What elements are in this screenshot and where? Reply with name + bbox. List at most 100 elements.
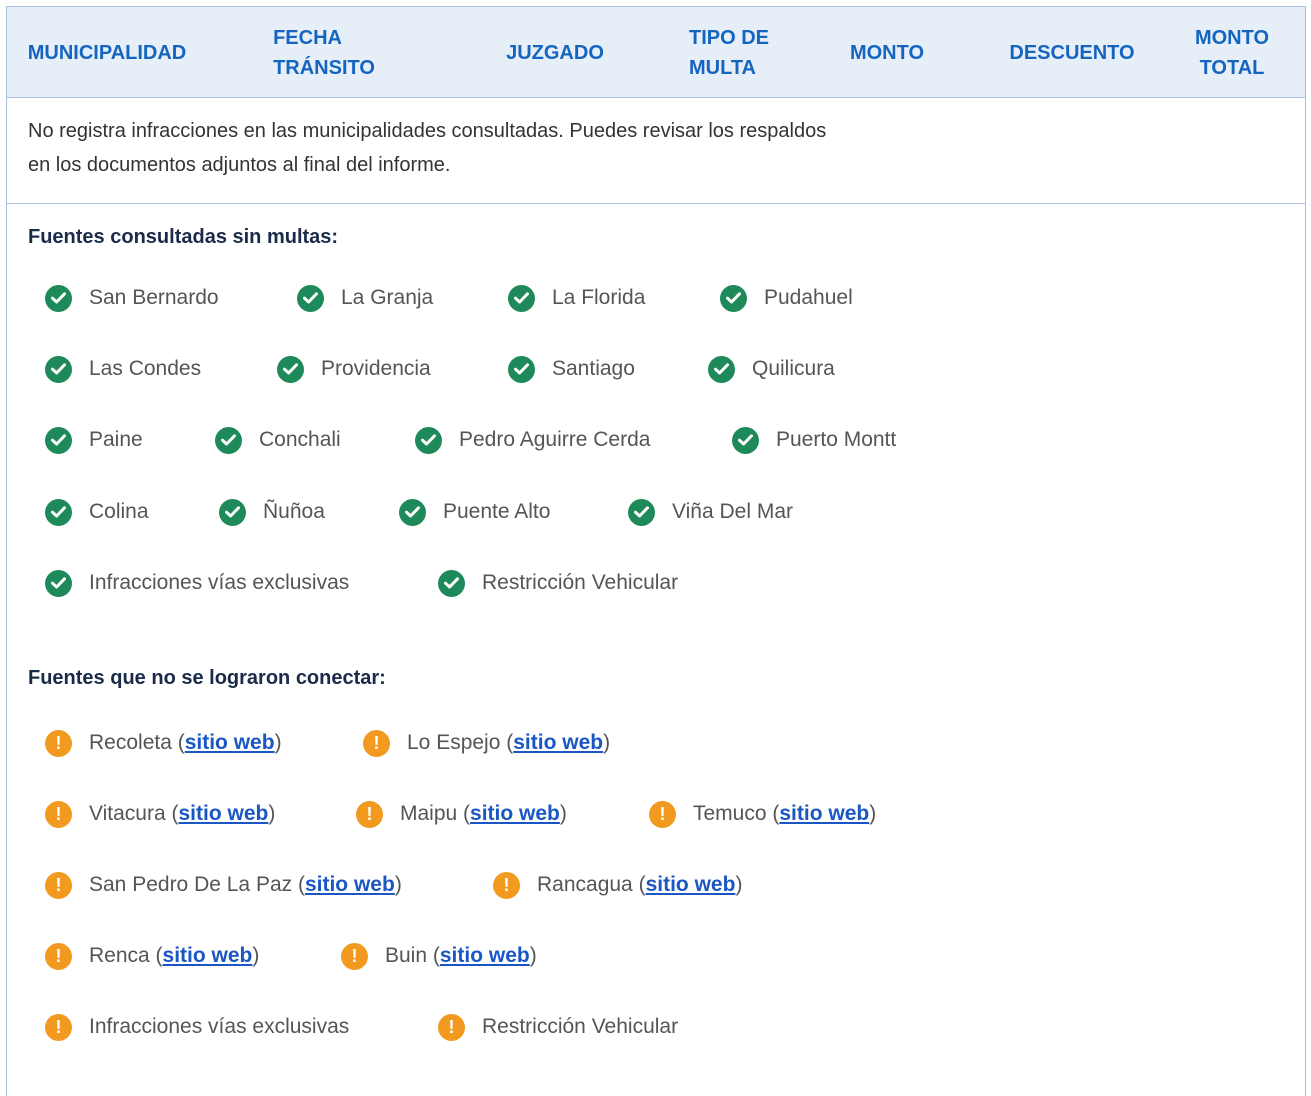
col-descuento: DESCUENTO xyxy=(1009,41,1135,64)
col-monto: MONTO xyxy=(849,41,925,64)
source-name: Las Condes xyxy=(89,357,202,380)
ok-source-item: Ñuñoa xyxy=(219,498,325,526)
source-name: Colina xyxy=(89,500,149,523)
sitio-web-link[interactable]: sitio web xyxy=(305,873,395,897)
paren-open: ( xyxy=(457,802,471,825)
check-circle-icon xyxy=(215,426,242,454)
paren-open: ( xyxy=(292,873,305,896)
check-circle-icon xyxy=(45,569,72,597)
check-circle-icon xyxy=(415,426,442,454)
ok-source-item: Restricción Vehicular xyxy=(438,569,679,597)
failed-source-item: ! Renca (sitio web) xyxy=(45,942,260,970)
paren-close: ) xyxy=(268,802,276,825)
source-name: Puerto Montt xyxy=(776,428,897,451)
source-name: Viña Del Mar xyxy=(672,500,793,523)
ok-source-item: Santiago xyxy=(508,355,635,383)
ok-source-item: Pudahuel xyxy=(720,284,853,312)
failed-source-item: ! Lo Espejo (sitio web) xyxy=(363,729,611,757)
failed-source-item: ! Temuco (sitio web) xyxy=(649,800,877,828)
ok-source-item: Puerto Montt xyxy=(732,426,897,454)
source-name: Santiago xyxy=(552,357,635,380)
failed-source-item: ! Rancagua (sitio web) xyxy=(493,871,743,899)
check-circle-icon xyxy=(508,284,535,312)
source-name: Infracciones vías exclusivas xyxy=(89,571,350,594)
check-circle-icon xyxy=(45,284,72,312)
ok-sources-title: Fuentes consultadas sin multas: xyxy=(28,226,339,248)
failed-source-item: ! Vitacura (sitio web) xyxy=(45,800,276,828)
source-name: Ñuñoa xyxy=(263,500,325,523)
failed-source-item: ! Maipu (sitio web) xyxy=(356,800,567,828)
ok-source-item: Paine xyxy=(45,426,143,454)
failed-source-item: ! Restricción Vehicular xyxy=(438,1013,679,1041)
sitio-web-link[interactable]: sitio web xyxy=(470,802,560,826)
check-circle-icon xyxy=(628,498,655,526)
check-circle-icon xyxy=(708,355,735,383)
sitio-web-link[interactable]: sitio web xyxy=(646,873,736,897)
no-infractions-notice: No registra infracciones en las municipa… xyxy=(7,98,1305,204)
paren-open: ( xyxy=(149,944,163,967)
col-juzgado: JUZGADO xyxy=(506,41,604,64)
sitio-web-link[interactable]: sitio web xyxy=(163,944,253,968)
source-name: Quilicura xyxy=(752,357,835,380)
check-circle-icon xyxy=(277,355,304,383)
source-name: San Bernardo xyxy=(89,286,219,309)
exclamation-circle-icon: ! xyxy=(45,871,72,899)
paren-close: ) xyxy=(559,802,567,825)
source-name: Restricción Vehicular xyxy=(482,1015,679,1038)
paren-close: ) xyxy=(869,802,877,825)
ok-source-item: Pedro Aguirre Cerda xyxy=(415,426,651,454)
paren-close: ) xyxy=(735,873,743,896)
check-circle-icon xyxy=(45,355,72,383)
check-circle-icon xyxy=(732,426,759,454)
sitio-web-link[interactable]: sitio web xyxy=(779,802,869,826)
paren-close: ) xyxy=(394,873,402,896)
paren-close: ) xyxy=(529,944,537,967)
source-name: Puente Alto xyxy=(443,500,551,523)
source-name: La Granja xyxy=(341,286,434,309)
paren-close: ) xyxy=(252,944,260,967)
ok-source-item: La Florida xyxy=(508,284,646,312)
check-circle-icon xyxy=(297,284,324,312)
notice-line-2: en los documentos adjuntos al final del … xyxy=(28,154,451,176)
ok-source-item: Infracciones vías exclusivas xyxy=(45,569,350,597)
ok-source-item: Puente Alto xyxy=(399,498,551,526)
col-tipo-multa: TIPO DE MULTA xyxy=(688,26,769,79)
failed-source-item: ! Recoleta (sitio web) xyxy=(45,729,282,757)
source-name: Providencia xyxy=(321,357,431,380)
source-name: Maipu xyxy=(400,802,458,825)
sitio-web-link[interactable]: sitio web xyxy=(513,731,603,755)
sitio-web-link[interactable]: sitio web xyxy=(179,802,269,826)
source-name: Lo Espejo xyxy=(407,731,501,754)
exclamation-circle-icon: ! xyxy=(45,942,72,970)
source-name: Infracciones vías exclusivas xyxy=(89,1015,350,1038)
ok-source-item: San Bernardo xyxy=(45,284,219,312)
ok-source-item: La Granja xyxy=(297,284,434,312)
ok-source-item: Colina xyxy=(45,498,149,526)
col-municipalidad: MUNICIPALIDAD xyxy=(27,41,187,64)
source-name: Pedro Aguirre Cerda xyxy=(459,428,651,451)
failed-sources-title: Fuentes que no se lograron conectar: xyxy=(28,667,386,689)
failed-source-item: ! Infracciones vías exclusivas xyxy=(45,1013,350,1041)
check-circle-icon xyxy=(438,569,465,597)
fines-panel: MUNICIPALIDAD FECHA TRÁNSITO JUZGADO TIPO… xyxy=(6,6,1306,1096)
check-circle-icon xyxy=(45,426,72,454)
source-name: La Florida xyxy=(552,286,646,309)
table-header: MUNICIPALIDAD FECHA TRÁNSITO JUZGADO TIPO… xyxy=(7,7,1305,98)
exclamation-circle-icon: ! xyxy=(649,800,676,828)
ok-source-item: Viña Del Mar xyxy=(628,498,793,526)
paren-open: ( xyxy=(171,731,185,754)
sitio-web-link[interactable]: sitio web xyxy=(185,731,275,755)
source-name: Restricción Vehicular xyxy=(482,571,679,594)
source-name: Paine xyxy=(89,428,143,451)
check-circle-icon xyxy=(508,355,535,383)
check-circle-icon xyxy=(219,498,246,526)
notice-line-1: No registra infracciones en las municipa… xyxy=(28,120,827,142)
source-name: Renca xyxy=(89,944,150,967)
paren-open: ( xyxy=(766,802,780,825)
paren-close: ) xyxy=(603,731,611,754)
source-name: San Pedro De La Paz xyxy=(89,873,293,896)
sitio-web-link[interactable]: sitio web xyxy=(440,944,530,968)
exclamation-circle-icon: ! xyxy=(341,942,368,970)
ok-source-item: Providencia xyxy=(277,355,431,383)
check-circle-icon xyxy=(45,498,72,526)
